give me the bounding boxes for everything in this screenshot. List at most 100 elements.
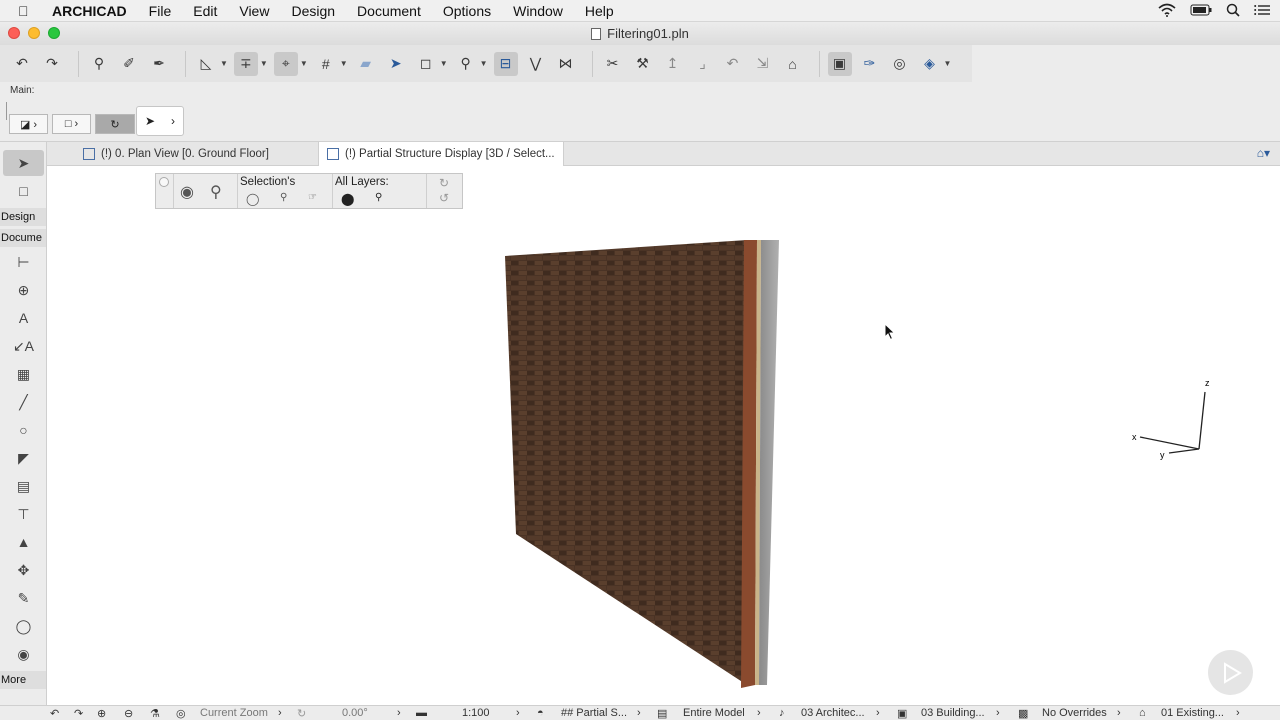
wireframe-icon[interactable]: ☞ (308, 192, 317, 203)
fill-tool[interactable]: ▦ (3, 361, 44, 387)
3d-navigation-icon[interactable]: ◈ (918, 52, 942, 76)
chevron-down-icon[interactable]: ▼ (220, 59, 228, 68)
minimize-button[interactable] (28, 27, 40, 39)
circle-tool[interactable]: ○ (3, 417, 44, 443)
3d-canvas[interactable]: z x y (47, 166, 1280, 705)
roof-icon[interactable]: ⌂ (781, 52, 805, 76)
dimension-icon[interactable]: ⋁ (524, 52, 548, 76)
walk-icon[interactable]: ⚗ (150, 707, 160, 720)
fit-icon[interactable]: ◎ (176, 707, 186, 720)
pick-up-icon[interactable]: ✐ (117, 52, 141, 76)
eye-icon[interactable]: ◯ (246, 192, 259, 206)
toolbox-design-label[interactable]: Design (0, 208, 46, 226)
maximize-button[interactable] (48, 27, 60, 39)
search-icon[interactable] (1226, 3, 1240, 20)
play-button[interactable] (1208, 650, 1253, 695)
lock-layer-icon[interactable]: ⚲ (210, 182, 222, 202)
suspend-groups-icon[interactable]: ▣ (827, 51, 852, 76)
chevron-down-icon[interactable]: ▼ (944, 59, 952, 68)
arrow-tool[interactable]: ➤ (3, 150, 44, 176)
rotation-angle-field[interactable]: 0.00° (342, 707, 368, 719)
resize-icon[interactable]: ⇲ (751, 52, 775, 76)
palette-handle[interactable] (156, 174, 174, 208)
zoom-selector[interactable]: Current Zoom (200, 707, 268, 719)
wifi-icon[interactable] (1158, 3, 1176, 20)
lock-icon[interactable]: ⚲ (280, 192, 287, 203)
label-tool[interactable]: ↙A (3, 333, 44, 359)
menu-help[interactable]: Help (585, 3, 614, 19)
line-tool[interactable]: ╱ (3, 389, 44, 415)
renovation-filter-selector[interactable]: 01 Existing... (1161, 707, 1224, 719)
eye-icon[interactable]: ⬤ (341, 192, 354, 206)
snap-guides-icon[interactable]: ∓ (233, 51, 258, 76)
structure-display-selector[interactable]: ## Partial S... (561, 707, 627, 719)
chevron-down-icon[interactable]: ▼ (440, 59, 448, 68)
intersect-icon[interactable]: ⋈ (554, 52, 578, 76)
inject-icon[interactable]: ✒ (147, 52, 171, 76)
layer-combination-selector[interactable]: 03 Building... (921, 707, 985, 719)
detail-tool[interactable]: ◯ (3, 613, 44, 639)
menu-design[interactable]: Design (291, 3, 335, 19)
lock-icon[interactable]: ⚲ (454, 52, 478, 76)
apple-icon[interactable]:  (18, 3, 38, 19)
level-dimension-tool[interactable]: ⊤ (3, 501, 44, 527)
arrow-tool-settings[interactable]: ➤ › (136, 106, 184, 136)
battery-icon[interactable] (1190, 4, 1212, 19)
hotspot-tool[interactable]: ✥ (3, 557, 44, 583)
menu-options[interactable]: Options (443, 3, 491, 19)
edit-selection-icon[interactable]: ✑ (858, 52, 882, 76)
guide-lines-icon[interactable]: ◺ (194, 52, 218, 76)
close-button[interactable] (8, 27, 20, 39)
view-options-icon[interactable]: ⌂▾ (1257, 146, 1270, 160)
menu-window[interactable]: Window (513, 3, 563, 19)
marquee-method-button[interactable]: □ › (52, 114, 91, 134)
zoom-out-icon[interactable]: ⊖ (124, 707, 133, 720)
pen-set-selector[interactable]: 03 Architec... (801, 707, 865, 719)
list-icon[interactable] (1254, 4, 1270, 19)
undo-icon[interactable]: ↺ (439, 191, 449, 205)
zoom-in-icon[interactable]: ⊕ (97, 707, 106, 720)
rotate-view-icon[interactable]: ↻ (297, 707, 306, 720)
worksheet-tool[interactable]: ◉ (3, 641, 44, 667)
chevron-down-icon[interactable]: ▼ (260, 59, 268, 68)
palette-close-icon[interactable] (159, 177, 169, 187)
tab-plan-view[interactable]: (!) 0. Plan View [0. Ground Floor] (75, 142, 277, 166)
radial-dimension-tool[interactable]: ⊕ (3, 277, 44, 303)
pointer-icon[interactable]: ➤ (384, 52, 408, 76)
marquee-tool[interactable]: □ (3, 178, 44, 204)
find-select-icon[interactable]: ⚲ (87, 52, 111, 76)
lock-icon[interactable]: ⚲ (375, 192, 382, 203)
undo-icon[interactable]: ↶ (10, 52, 34, 76)
layout-icon[interactable]: ▰ (354, 52, 378, 76)
grid-snap-icon[interactable]: # (314, 52, 338, 76)
menu-file[interactable]: File (149, 3, 172, 19)
elevate-icon[interactable]: ↥ (661, 52, 685, 76)
toolbox-more-label[interactable]: More (0, 671, 46, 689)
redo-view-icon[interactable]: ↷ (74, 707, 83, 720)
drawing-tool[interactable]: ▤ (3, 473, 44, 499)
chevron-down-icon[interactable]: ▼ (300, 59, 308, 68)
selection-method-button[interactable]: ◪ › (9, 114, 48, 134)
wall-face[interactable] (505, 240, 747, 685)
relative-construction-icon[interactable]: ⌖ (273, 51, 298, 76)
rotated-marquee-button[interactable]: ↻ (95, 114, 135, 134)
change-tool[interactable]: ✎ (3, 585, 44, 611)
tab-3d-view[interactable]: (!) Partial Structure Display [3D / Sele… (318, 142, 564, 166)
adjust-icon[interactable]: ⚒ (631, 52, 655, 76)
menu-edit[interactable]: Edit (193, 3, 217, 19)
redo-icon[interactable]: ↻ (439, 176, 449, 190)
polyline-tool[interactable]: ◤ (3, 445, 44, 471)
toolbox-document-label[interactable]: Docume (0, 229, 46, 247)
redo-icon[interactable]: ↷ (40, 52, 64, 76)
text-tool[interactable]: A (3, 305, 44, 331)
dimension-tool[interactable]: ⊢ (3, 249, 44, 275)
menu-app[interactable]: ARCHICAD (52, 3, 127, 19)
split-icon[interactable]: ✂ (601, 52, 625, 76)
undo-view-icon[interactable]: ↶ (50, 707, 59, 720)
fillet-icon[interactable]: ⌟ (691, 52, 715, 76)
offset-icon[interactable]: ↶ (721, 52, 745, 76)
scale-selector[interactable]: 1:100 (462, 707, 490, 719)
model-view-selector[interactable]: Entire Model (683, 707, 745, 719)
elevation-marker-tool[interactable]: ▲ (3, 529, 44, 555)
menu-view[interactable]: View (239, 3, 269, 19)
